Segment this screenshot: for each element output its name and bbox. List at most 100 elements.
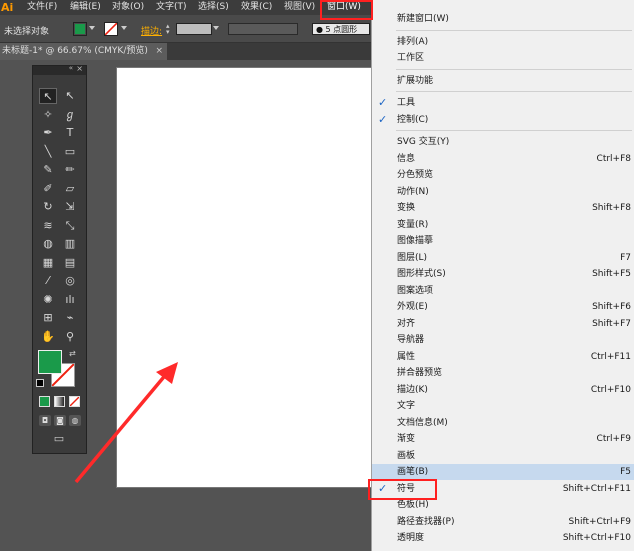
menu-item[interactable]: 拼合器预览 [372, 365, 634, 381]
menu-item[interactable]: 信息 Ctrl+F8 [372, 151, 634, 167]
stepper-icon[interactable]: ▴ ▾ [166, 23, 173, 36]
symbol-sprayer-icon[interactable]: ✺ [39, 292, 57, 308]
color-mode-button[interactable] [39, 396, 50, 407]
menu-item[interactable]: 排列(A) [372, 34, 634, 50]
chart-icon[interactable]: ▥ [61, 236, 79, 252]
menu-item[interactable]: 工作区 [372, 50, 634, 66]
swap-icon[interactable]: ⇄ [69, 349, 76, 358]
gradient-mode-button[interactable] [54, 396, 65, 407]
menu-item[interactable]: 图形样式(S) Shift+F5 [372, 266, 634, 282]
menu-item[interactable]: 变换 Shift+F8 [372, 200, 634, 216]
menu-item-label: 工作区 [397, 53, 425, 63]
menu-item[interactable]: 透明度 Shift+Ctrl+F10 [372, 530, 634, 546]
hand-icon[interactable]: ✋ [39, 329, 57, 345]
menu-item[interactable]: 画板 [372, 448, 634, 464]
tools-panel-header[interactable]: « × [33, 64, 86, 75]
menu-item-shortcut: Shift+Ctrl+F11 [562, 483, 631, 494]
menu-item[interactable]: ✓ 控制(C) [372, 112, 634, 128]
menu-view[interactable]: 视图(V) [284, 0, 315, 15]
menu-item[interactable]: 图案选项 [372, 283, 634, 299]
menu-item-label: 属性 [397, 351, 416, 362]
menu-item-label: 路径查找器(P) [397, 516, 455, 527]
chevron-down-icon[interactable] [213, 26, 219, 30]
menu-item[interactable]: 图像描摹 [372, 233, 634, 249]
free-transform-icon[interactable]: ⤡ [61, 218, 79, 234]
mesh-icon[interactable]: ▦ [39, 255, 57, 271]
menu-item[interactable]: ✓ 工具 [372, 95, 634, 111]
menu-item-shortcut: F7 [620, 252, 631, 263]
magic-wand-icon[interactable]: ✧ [39, 107, 57, 123]
direct-selection-icon[interactable]: ↖ [61, 88, 79, 104]
draw-behind-icon[interactable]: ◙ [54, 415, 66, 426]
blob-brush-icon[interactable]: ✐ [39, 181, 57, 197]
menu-select[interactable]: 选择(S) [198, 0, 229, 15]
chevron-down-icon[interactable] [121, 26, 127, 30]
menu-object[interactable]: 对象(O) [112, 0, 144, 15]
menu-item[interactable]: 分色预览 [372, 167, 634, 183]
type-icon[interactable]: T [61, 125, 79, 141]
menu-item-shortcut: Shift+Ctrl+F10 [562, 533, 631, 543]
brush-icon[interactable]: ✎ [39, 162, 57, 178]
eyedropper-icon[interactable]: ⁄ [39, 273, 57, 289]
scale-icon[interactable]: ⇲ [61, 199, 79, 215]
gradient-icon[interactable]: ▤ [61, 255, 79, 271]
slice-icon[interactable]: ⌁ [61, 310, 79, 326]
stroke-none-button[interactable] [104, 22, 118, 36]
menu-item[interactable]: 对齐 Shift+F7 [372, 316, 634, 332]
default-colors-icon[interactable] [36, 379, 44, 387]
menu-file[interactable]: 文件(F) [27, 0, 57, 15]
menu-item[interactable]: 渐变 Ctrl+F9 [372, 431, 634, 447]
menu-item[interactable]: 外观(E) Shift+F6 [372, 299, 634, 315]
line-icon[interactable]: ╲ [39, 144, 57, 160]
lasso-icon[interactable]: ℊ [61, 107, 79, 123]
menu-item-label: 变量(R) [397, 219, 429, 230]
zoom-icon[interactable]: ⚲ [61, 329, 79, 345]
menu-item[interactable]: 描边(K) Ctrl+F10 [372, 382, 634, 398]
menu-item[interactable]: 路径查找器(P) Shift+Ctrl+F9 [372, 514, 634, 530]
menu-item[interactable]: 属性 Ctrl+F11 [372, 349, 634, 365]
pen-icon[interactable]: ✒ [39, 125, 57, 141]
collapse-icon[interactable]: « [69, 64, 73, 72]
fill-swatch-button[interactable] [73, 22, 87, 36]
menu-separator [396, 91, 632, 92]
artboard-icon[interactable]: ⊞ [39, 310, 57, 326]
column-graph-icon[interactable]: ılı [61, 292, 79, 308]
blend-icon[interactable]: ◎ [61, 273, 79, 289]
menu-item[interactable]: 变量(R) [372, 217, 634, 233]
menu-item[interactable]: SVG 交互(Y) [372, 134, 634, 150]
menu-item[interactable]: 新建窗口(W) [372, 11, 634, 27]
eraser-icon[interactable]: ▱ [61, 181, 79, 197]
stroke-label[interactable]: 描边: [141, 24, 162, 37]
width-icon[interactable]: ≋ [39, 218, 57, 234]
chevron-down-icon[interactable] [89, 26, 95, 30]
variable-width-dropdown[interactable] [228, 23, 298, 35]
rotate-icon[interactable]: ↻ [39, 199, 57, 215]
menu-item[interactable]: 文字 [372, 398, 634, 414]
menu-item-shortcut: Shift+Ctrl+F9 [568, 516, 631, 527]
document-tab[interactable]: 未标题-1* @ 66.67% (CMYK/预览) × [0, 43, 167, 60]
menu-item[interactable]: 画笔(B) F5 [372, 464, 634, 480]
menu-item[interactable]: 导航器 [372, 332, 634, 348]
draw-normal-icon[interactable]: ◘ [39, 415, 51, 426]
shape-builder-icon[interactable]: ◍ [39, 236, 57, 252]
menu-item[interactable]: 动作(N) [372, 184, 634, 200]
annotation-box-symbols [368, 479, 437, 500]
selection-icon[interactable]: ↖ [39, 88, 57, 104]
menu-item[interactable]: 图层(L) F7 [372, 250, 634, 266]
stroke-weight-field[interactable] [176, 23, 212, 35]
pencil-icon[interactable]: ✏ [61, 162, 79, 178]
close-icon[interactable]: × [76, 64, 83, 73]
menu-edit[interactable]: 编辑(E) [70, 0, 101, 15]
brush-dropdown[interactable]: ● 5 点圆形 [312, 23, 370, 35]
menu-separator [396, 68, 632, 70]
menu-item-shortcut: Ctrl+F10 [590, 384, 631, 395]
rectangle-icon[interactable]: ▭ [61, 144, 79, 160]
menu-type[interactable]: 文字(T) [156, 0, 187, 15]
menu-item[interactable]: 文档信息(M) [372, 415, 634, 431]
close-icon[interactable]: × [155, 43, 163, 60]
menu-item[interactable]: 扩展功能 [372, 73, 634, 89]
screen-mode-icon[interactable]: ▭ [50, 433, 68, 445]
menu-effect[interactable]: 效果(C) [241, 0, 272, 15]
fill-color-swatch[interactable] [38, 350, 62, 374]
menu-item-label: 工具 [397, 98, 416, 108]
